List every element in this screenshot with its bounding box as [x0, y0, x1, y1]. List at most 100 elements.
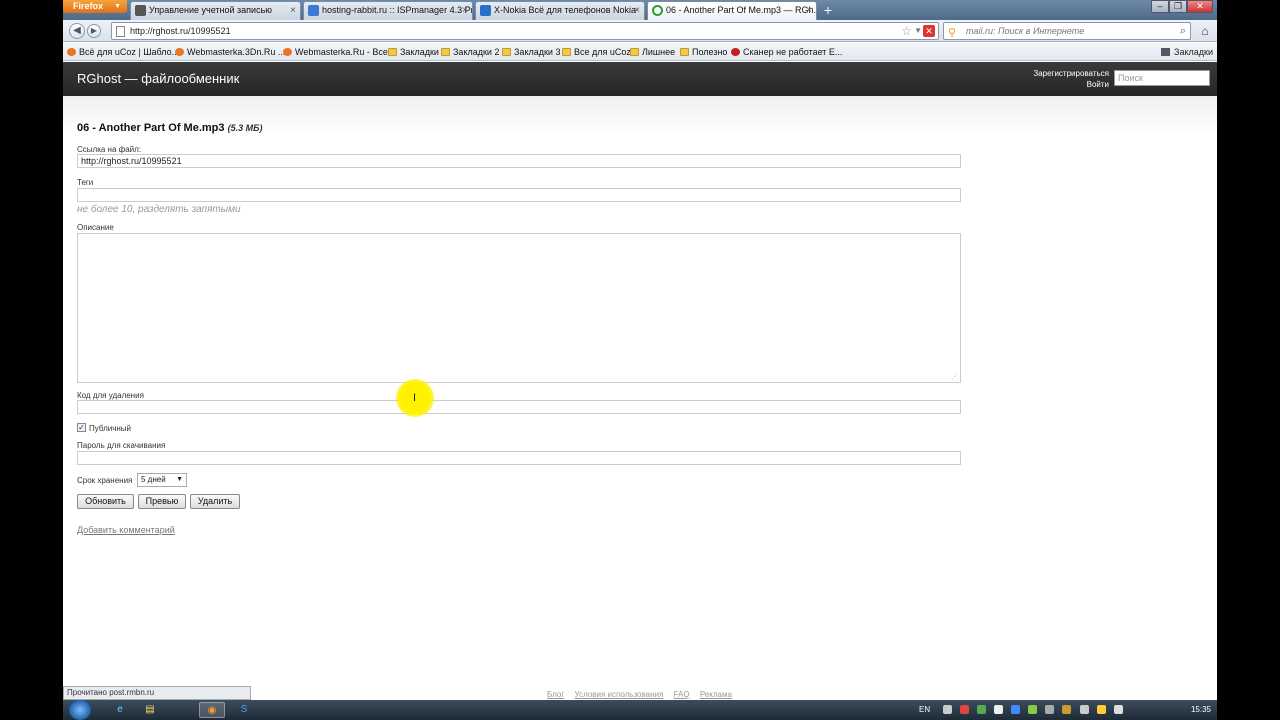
navigation-bar: ◀ ▶ http://rghost.ru/10995521 ☆ ▼ ✕ ⚲ ma…: [63, 20, 1217, 42]
search-placeholder: mail.ru: Поиск в Интернете: [966, 26, 1085, 36]
bookmarks-menu-button[interactable]: Закладки: [1161, 45, 1213, 59]
site-search-input[interactable]: Поиск: [1114, 70, 1210, 86]
webmasterka-favicon-icon: [175, 48, 184, 56]
register-link[interactable]: Зарегистрироваться: [1009, 68, 1109, 79]
tab-account[interactable]: Управление учетной записью ×: [130, 1, 301, 20]
windows-taskbar: e ▤ ◉ S EN 15:35: [63, 700, 1217, 720]
footer-faq-link[interactable]: FAQ: [674, 690, 690, 699]
back-button[interactable]: ◀: [69, 23, 85, 39]
link-field[interactable]: http://rghost.ru/10995521: [77, 154, 961, 168]
tags-label: Теги: [77, 178, 94, 187]
storage-value: 5 дней: [141, 475, 166, 484]
tray-icon[interactable]: [1045, 705, 1055, 714]
url-bar[interactable]: http://rghost.ru/10995521 ☆ ▼: [111, 22, 939, 40]
bookmark-folder[interactable]: Все для uCoz: [562, 45, 631, 59]
url-dropdown-icon[interactable]: ▼: [914, 23, 922, 39]
folder-icon: [502, 48, 511, 56]
system-tray: [943, 705, 1153, 715]
auth-links: Зарегистрироваться Войти: [1009, 68, 1109, 90]
tab-rghost[interactable]: 06 - Another Part Of Me.mp3 — RGh... ×: [647, 1, 817, 20]
bookmark-label: Webmasterka.Ru - Все...: [295, 47, 396, 57]
tray-icon[interactable]: [1096, 705, 1106, 714]
bookmark-label: Закладки 2: [453, 47, 500, 57]
clock[interactable]: 15:35: [1191, 700, 1211, 720]
close-tab-icon[interactable]: ×: [290, 2, 296, 19]
new-tab-button[interactable]: +: [819, 2, 837, 19]
update-button[interactable]: Обновить: [77, 494, 134, 509]
tags-field[interactable]: [77, 188, 961, 202]
tab-bar: Firefox ▼ Управление учетной записью × h…: [63, 0, 1217, 20]
bookmarks-menu-label: Закладки: [1174, 47, 1213, 57]
footer-terms-link[interactable]: Условия использования: [575, 690, 664, 699]
footer-blog-link[interactable]: Блог: [547, 690, 564, 699]
hosting-favicon-icon: [308, 5, 319, 16]
bookmark-item[interactable]: Webmasterka.Ru - Все...: [283, 45, 395, 59]
password-field[interactable]: [77, 451, 961, 465]
add-comment-link[interactable]: Добавить комментарий: [77, 525, 175, 535]
xnokia-favicon-icon: [480, 5, 491, 16]
home-button[interactable]: ⌂: [1197, 23, 1213, 39]
public-checkbox[interactable]: ✓: [77, 423, 86, 432]
tray-icon[interactable]: [1062, 705, 1072, 714]
start-button[interactable]: [69, 700, 91, 720]
bookmark-folder[interactable]: Закладки: [388, 45, 439, 59]
tab-xnokia[interactable]: X-Nokia Всё для телефонов Nokia ×: [475, 1, 645, 20]
tray-icon[interactable]: [994, 705, 1004, 714]
language-indicator[interactable]: EN: [919, 700, 930, 720]
close-tab-icon[interactable]: ×: [462, 2, 468, 19]
explorer-icon[interactable]: ▤: [137, 702, 163, 718]
maximize-button[interactable]: ❐: [1169, 0, 1187, 13]
skype-icon[interactable]: S: [231, 702, 257, 718]
link-label: Ссылка на файл:: [77, 145, 142, 154]
search-engine-icon[interactable]: ⚲: [948, 25, 956, 41]
login-link[interactable]: Войти: [1009, 79, 1109, 90]
bookmark-star-icon[interactable]: ☆: [901, 23, 912, 39]
tab-ispmanager[interactable]: hosting-rabbit.ru :: ISPmanager 4.3 Pr..…: [303, 1, 473, 20]
text-cursor-icon: I: [413, 392, 417, 404]
forward-button[interactable]: ▶: [87, 24, 101, 38]
bookmark-item[interactable]: Webmasterka.3Dn.Ru ...: [175, 45, 285, 59]
tray-icon[interactable]: [960, 705, 970, 714]
footer-links: Блог Условия использования FAQ Реклама: [547, 690, 740, 699]
file-heading: 06 - Another Part Of Me.mp3 (5.3 МБ): [77, 122, 262, 134]
firefox-menu-button[interactable]: Firefox ▼: [63, 0, 127, 13]
resize-grip-icon[interactable]: ⋰: [951, 373, 958, 381]
delete-code-field[interactable]: [77, 400, 961, 414]
bookmark-item[interactable]: Сканер не работает E...: [731, 45, 842, 59]
bookmark-folder[interactable]: Полезно: [680, 45, 727, 59]
close-tab-icon[interactable]: ×: [634, 2, 640, 19]
search-icon[interactable]: ⌕: [1180, 23, 1186, 39]
delete-button[interactable]: Удалить: [190, 494, 240, 509]
search-input[interactable]: ⚲ mail.ru: Поиск в Интернете ⌕: [943, 22, 1191, 40]
preview-button[interactable]: Превью: [138, 494, 186, 509]
close-tab-icon[interactable]: ×: [806, 2, 812, 19]
bluetooth-icon[interactable]: [1011, 705, 1021, 714]
loading-spinner-icon: [652, 5, 663, 16]
tray-icon[interactable]: [977, 705, 987, 714]
tray-icon[interactable]: [1028, 705, 1038, 714]
tray-icon[interactable]: [943, 705, 952, 714]
bookmark-folder[interactable]: Закладки 2: [441, 45, 499, 59]
bookmark-folder[interactable]: Закладки 3: [502, 45, 560, 59]
network-icon[interactable]: [1079, 705, 1089, 714]
storage-select[interactable]: 5 дней ▼: [137, 473, 187, 487]
footer-ads-link[interactable]: Реклама: [700, 690, 732, 699]
stop-button[interactable]: ✕: [923, 25, 935, 37]
minimize-button[interactable]: –: [1151, 0, 1169, 13]
speaker-icon[interactable]: [1113, 705, 1123, 714]
ie-icon[interactable]: e: [107, 702, 133, 718]
chevron-down-icon: ▼: [176, 476, 183, 483]
delete-code-label: Код для удаления: [77, 391, 144, 400]
close-window-button[interactable]: ✕: [1187, 0, 1213, 13]
url-text: http://rghost.ru/10995521: [130, 26, 231, 36]
folder-icon: [388, 48, 397, 56]
bookmark-folder[interactable]: Лишнее: [630, 45, 675, 59]
account-favicon-icon: [135, 5, 146, 16]
bookmark-label: Закладки 3: [514, 47, 561, 57]
description-textarea[interactable]: ⋰: [77, 233, 961, 383]
bookmark-item[interactable]: Всё для uCoz | Шабло...: [67, 45, 179, 59]
bookmarks-toolbar: Всё для uCoz | Шабло... Webmasterka.3Dn.…: [63, 43, 1217, 61]
tab-label: hosting-rabbit.ru :: ISPmanager 4.3 Pr..…: [322, 5, 473, 15]
site-title[interactable]: RGhost — файлообменник: [77, 71, 239, 86]
firefox-taskbar-icon[interactable]: ◉: [199, 702, 225, 718]
